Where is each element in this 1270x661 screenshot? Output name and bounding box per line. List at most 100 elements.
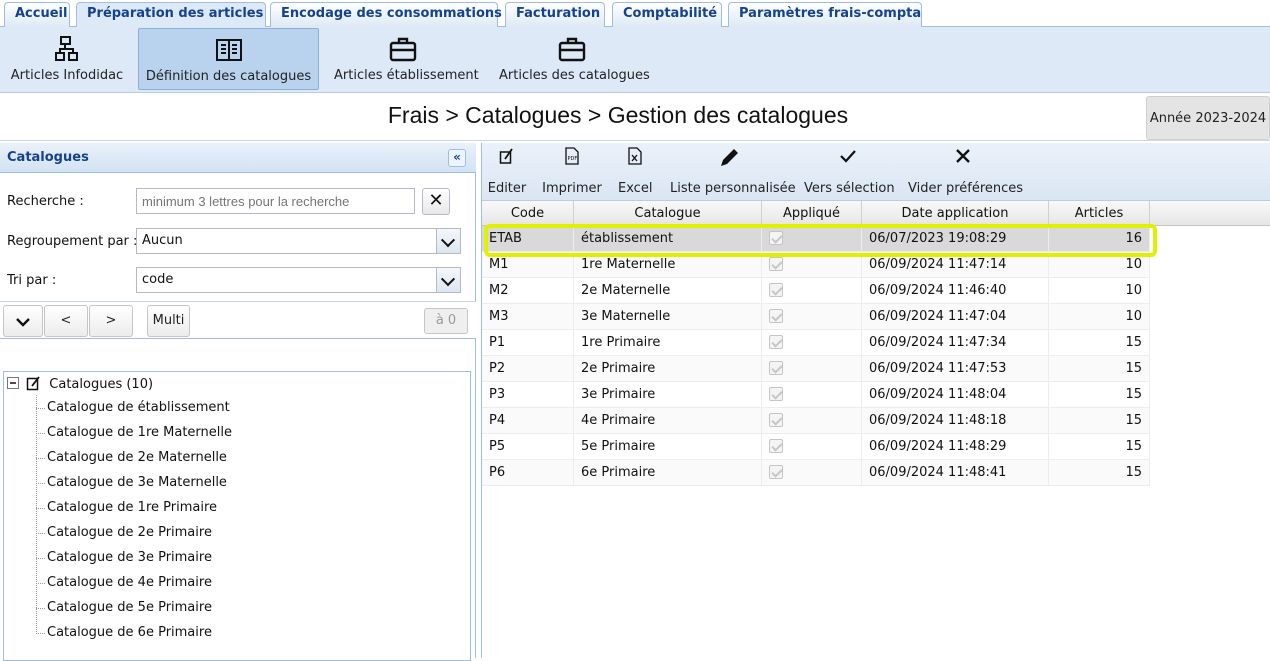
table-row[interactable]: M1 1re Maternelle 06/09/2024 11:47:14 10: [482, 252, 1150, 278]
ribbon-articles-etablissement[interactable]: Articles établissement: [334, 28, 479, 90]
tree-branch: [36, 558, 45, 559]
tab-parametres-frais-compta[interactable]: Paramètres frais-compta: [728, 2, 922, 27]
custom-list-button[interactable]: Liste personnalisée: [670, 147, 796, 199]
edit-button[interactable]: Editer: [487, 147, 527, 199]
briefcase-icon: [499, 34, 644, 64]
sort-select[interactable]: code: [136, 267, 461, 293]
toolbar-label: Vers sélection: [804, 181, 895, 196]
table-row[interactable]: P1 1re Primaire 06/09/2024 11:47:34 15: [482, 330, 1150, 356]
catalogue-grid-panel: Editer PDF Imprimer Excel Liste personna…: [481, 143, 1270, 658]
tree-branch: [36, 608, 45, 609]
cell-catalogue: 1re Maternelle: [574, 252, 762, 278]
cell-date: 06/07/2023 19:08:29: [862, 226, 1049, 252]
search-input[interactable]: [136, 188, 415, 214]
column-header-applied[interactable]: Appliqué: [762, 201, 862, 226]
prev-button[interactable]: <: [44, 305, 88, 337]
tree-branch: [36, 483, 45, 484]
applied-checkbox: [769, 309, 783, 323]
tab-accueil[interactable]: Accueil: [4, 2, 70, 27]
cell-articles: 10: [1049, 278, 1150, 304]
column-header-articles[interactable]: Articles: [1049, 201, 1150, 226]
ribbon-label: Définition des catalogues: [145, 69, 312, 84]
year-button[interactable]: Année 2023-2024: [1146, 96, 1270, 140]
expand-all-button[interactable]: [3, 305, 43, 337]
cell-applied: [762, 330, 862, 356]
briefcase-icon: [334, 34, 472, 64]
multi-button[interactable]: Multi: [147, 305, 190, 337]
table-row[interactable]: P2 2e Primaire 06/09/2024 11:47:53 15: [482, 356, 1150, 382]
column-header-catalogue[interactable]: Catalogue: [574, 201, 762, 226]
tab-comptabilite[interactable]: Comptabilité: [612, 2, 722, 27]
cell-applied: [762, 382, 862, 408]
table-row[interactable]: P3 3e Primaire 06/09/2024 11:48:04 15: [482, 382, 1150, 408]
grid-toolbar: Editer PDF Imprimer Excel Liste personna…: [482, 143, 1270, 201]
applied-checkbox: [769, 361, 783, 375]
cell-date: 06/09/2024 11:47:14: [862, 252, 1049, 278]
chevron-down-icon[interactable]: [436, 229, 460, 253]
cell-code: P5: [482, 434, 574, 460]
toolbar-label: Excel: [618, 181, 653, 196]
table-row[interactable]: P4 4e Primaire 06/09/2024 11:48:18 15: [482, 408, 1150, 434]
grouping-select[interactable]: Aucun: [136, 228, 461, 254]
ribbon-articles-catalogues[interactable]: Articles des catalogues: [499, 28, 650, 90]
tab-encodage-consommations[interactable]: Encodage des consommations: [270, 2, 502, 27]
tab-facturation[interactable]: Facturation: [505, 2, 605, 27]
cell-articles: 15: [1049, 330, 1150, 356]
cell-catalogue: 5e Primaire: [574, 434, 762, 460]
cell-code: P2: [482, 356, 574, 382]
tree-item[interactable]: Catalogue de 2e Maternelle: [47, 447, 227, 469]
cell-catalogue: établissement: [574, 226, 762, 252]
excel-icon: [618, 147, 652, 171]
column-header-code[interactable]: Code: [482, 201, 574, 226]
collapse-panel-icon[interactable]: «: [448, 149, 466, 167]
column-header-date[interactable]: Date application: [862, 201, 1049, 226]
tree-item[interactable]: Catalogue de 3e Primaire: [47, 547, 212, 569]
book-icon: [139, 35, 318, 65]
tree-root[interactable]: Catalogues (10): [7, 375, 153, 395]
tree-item[interactable]: Catalogue de établissement: [47, 397, 230, 419]
applied-checkbox: [769, 283, 783, 297]
next-button[interactable]: >: [89, 305, 133, 337]
table-row[interactable]: P5 5e Primaire 06/09/2024 11:48:29 15: [482, 434, 1150, 460]
cell-articles: 10: [1049, 304, 1150, 330]
ribbon-articles-infodidac[interactable]: Articles Infodidac: [8, 28, 126, 90]
ribbon-label: Articles Infodidac: [10, 68, 124, 83]
chevron-down-icon[interactable]: [436, 268, 460, 292]
breadcrumb: Frais > Catalogues > Gestion des catalog…: [387, 102, 849, 128]
sort-value: code: [142, 272, 174, 287]
toolbar-label: Editer: [487, 181, 527, 196]
cell-articles: 15: [1049, 460, 1150, 486]
print-button[interactable]: PDF Imprimer: [542, 147, 602, 199]
to-selection-button[interactable]: Vers sélection: [804, 147, 895, 199]
excel-button[interactable]: Excel: [618, 147, 652, 199]
tree-item[interactable]: Catalogue de 1re Primaire: [47, 497, 217, 519]
sort-label: Tri par :: [7, 273, 57, 288]
clear-search-icon[interactable]: ✕: [422, 188, 450, 215]
panel-title: Catalogues: [7, 150, 89, 165]
reset-button[interactable]: à 0: [424, 308, 468, 334]
collapse-node-icon[interactable]: [7, 377, 19, 389]
cell-catalogue: 3e Primaire: [574, 382, 762, 408]
clear-preferences-button[interactable]: Vider préférences: [908, 147, 1023, 199]
tree-item[interactable]: Catalogue de 5e Primaire: [47, 597, 212, 619]
ribbon-definition-catalogues[interactable]: Définition des catalogues: [138, 28, 319, 90]
cell-date: 06/09/2024 11:46:40: [862, 278, 1049, 304]
cell-catalogue: 3e Maternelle: [574, 304, 762, 330]
applied-checkbox: [769, 413, 783, 427]
tree-item[interactable]: Catalogue de 6e Primaire: [47, 622, 212, 644]
table-row[interactable]: M2 2e Maternelle 06/09/2024 11:46:40 10: [482, 278, 1150, 304]
tree-item[interactable]: Catalogue de 2e Primaire: [47, 522, 212, 544]
table-row[interactable]: P6 6e Primaire 06/09/2024 11:48:41 15: [482, 460, 1150, 486]
tree-item[interactable]: Catalogue de 3e Maternelle: [47, 472, 227, 494]
tree-item[interactable]: Catalogue de 4e Primaire: [47, 572, 212, 594]
checkmark-icon: [804, 147, 892, 171]
tree-item[interactable]: Catalogue de 1re Maternelle: [47, 422, 232, 444]
cell-date: 06/09/2024 11:48:18: [862, 408, 1049, 434]
table-row[interactable]: M3 3e Maternelle 06/09/2024 11:47:04 10: [482, 304, 1150, 330]
tab-preparation-articles[interactable]: Préparation des articles: [76, 2, 266, 28]
main-tab-bar: Accueil Préparation des articles Encodag…: [0, 0, 1270, 28]
tree-branch: [36, 583, 45, 584]
print-icon: PDF: [542, 147, 602, 171]
table-row[interactable]: ETAB établissement 06/07/2023 19:08:29 16: [482, 226, 1150, 252]
cell-applied: [762, 226, 862, 252]
